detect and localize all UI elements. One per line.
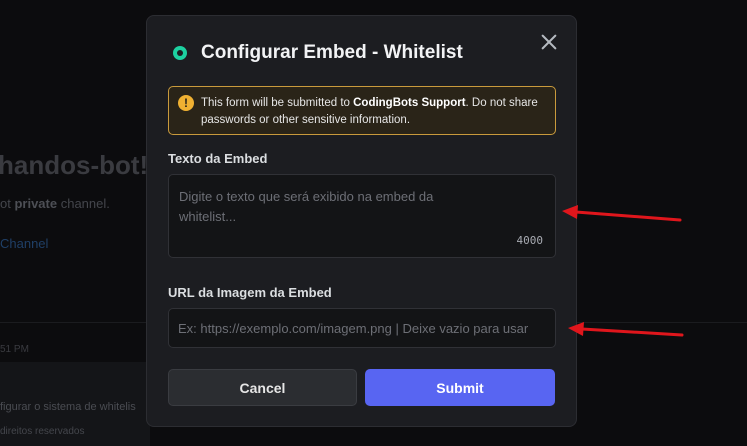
embed-image-url-placeholder: Ex: https://exemplo.com/imagem.png | Dei… [178, 320, 529, 336]
channel-welcome-subtitle: ot private channel. [0, 196, 110, 211]
cancel-button[interactable]: Cancel [168, 369, 357, 406]
embed-text-placeholder: Digite o texto que será exibido na embed… [179, 189, 434, 224]
character-counter: 4000 [516, 234, 544, 247]
modal-title: Configurar Embed - Whitelist [201, 42, 463, 63]
modal-header: Configurar Embed - Whitelist [173, 42, 463, 64]
embed-image-url-input[interactable]: Ex: https://exemplo.com/imagem.png | Dei… [168, 308, 556, 348]
edit-channel-link[interactable]: Channel [0, 236, 48, 251]
embed-text-input[interactable]: Digite o texto que será exibido na embed… [168, 174, 556, 258]
embed-text-label: Texto da Embed [168, 151, 268, 166]
annotation-arrow-icon [562, 205, 682, 222]
annotation-arrow-icon [568, 322, 684, 337]
modal-dialog: Configurar Embed - Whitelist ! This form… [146, 15, 577, 427]
embed-card-text: figurar o sistema de whitelis [0, 401, 136, 413]
embed-card-footer: direitos reservados [0, 426, 85, 437]
submit-button[interactable]: Submit [365, 369, 555, 406]
channel-welcome-title: handos-bot! [0, 150, 149, 180]
close-icon[interactable] [538, 31, 560, 53]
embed-image-url-label: URL da Imagem da Embed [168, 285, 332, 300]
message-timestamp: 51 PM [0, 344, 29, 355]
bot-status-icon [173, 46, 187, 60]
warning-icon: ! [178, 95, 194, 111]
privacy-notice: ! This form will be submitted to CodingB… [168, 86, 556, 135]
